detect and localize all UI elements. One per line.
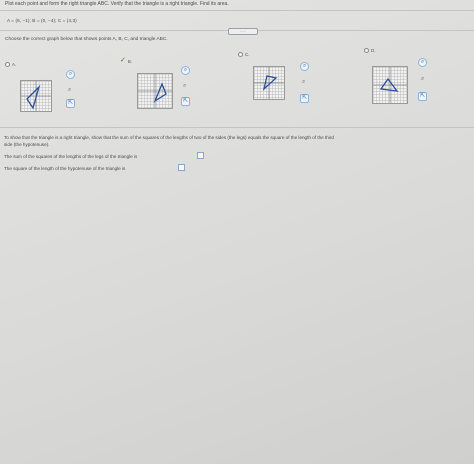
zoom-in-icon[interactable]: ⌕ [418, 58, 427, 67]
part2-explanation-line1: To show that the triangle is a right tri… [4, 135, 334, 140]
graph-d [372, 66, 408, 104]
option-b[interactable]: ✓ B. [120, 57, 133, 64]
divider [0, 30, 228, 31]
zoom-out-icon[interactable]: ⌕ [183, 83, 186, 89]
popout-icon[interactable]: ⇱ [418, 92, 427, 101]
legs-sum-input[interactable] [197, 152, 204, 159]
hypotenuse-square-input[interactable] [178, 164, 185, 171]
option-d-label: D. [371, 48, 376, 53]
popout-icon[interactable]: ⇱ [181, 97, 190, 106]
zoom-in-icon[interactable]: ⌕ [300, 62, 309, 71]
option-a-radio[interactable] [5, 62, 10, 67]
option-a[interactable]: A. [5, 62, 16, 67]
triangle-c [262, 75, 278, 91]
triangle-a [26, 84, 41, 110]
option-c-radio[interactable] [238, 52, 243, 57]
given-points: A = (6, −1); B = (0, −4); C = (4,3) [7, 18, 77, 23]
check-icon: ✓ [120, 57, 126, 64]
option-a-label: A. [12, 62, 17, 67]
zoom-in-icon[interactable]: ⌕ [181, 66, 190, 75]
option-d-radio[interactable] [364, 48, 369, 53]
graph-c [253, 66, 285, 100]
popout-icon[interactable]: ⇱ [66, 99, 75, 108]
zoom-out-icon[interactable]: ⌕ [421, 76, 424, 82]
graph-b-plot [138, 74, 172, 108]
divider [0, 10, 474, 11]
option-c-label: C. [245, 52, 250, 57]
option-c[interactable]: C. [238, 52, 250, 57]
zoom-out-icon[interactable]: ⌕ [68, 87, 71, 93]
homework-page: Plot each point and form the right trian… [0, 0, 474, 464]
question-instruction: Plot each point and form the right trian… [5, 1, 229, 7]
option-d[interactable]: D. [364, 48, 376, 53]
zoom-in-icon[interactable]: ⌕ [66, 70, 75, 79]
zoom-out-icon[interactable]: ⌕ [302, 79, 305, 85]
part2-explanation-line2: side (the hypotenuse). [4, 142, 50, 147]
part1-prompt: Choose the correct graph below that show… [5, 37, 168, 42]
graph-a-plot [21, 81, 51, 111]
divider [0, 127, 474, 128]
graph-b [137, 73, 173, 109]
graph-d-plot [373, 67, 407, 103]
option-b-label: B. [127, 58, 133, 64]
expand-button[interactable]: ..... [228, 28, 258, 35]
graph-c-plot [254, 67, 284, 99]
graph-a [20, 80, 52, 112]
hypotenuse-square-label: The square of the length of the hypotenu… [4, 166, 126, 171]
popout-icon[interactable]: ⇱ [300, 94, 309, 103]
triangle-b [153, 82, 167, 103]
legs-sum-label: The sum of the squares of the lengths of… [4, 154, 138, 159]
divider [258, 30, 474, 31]
